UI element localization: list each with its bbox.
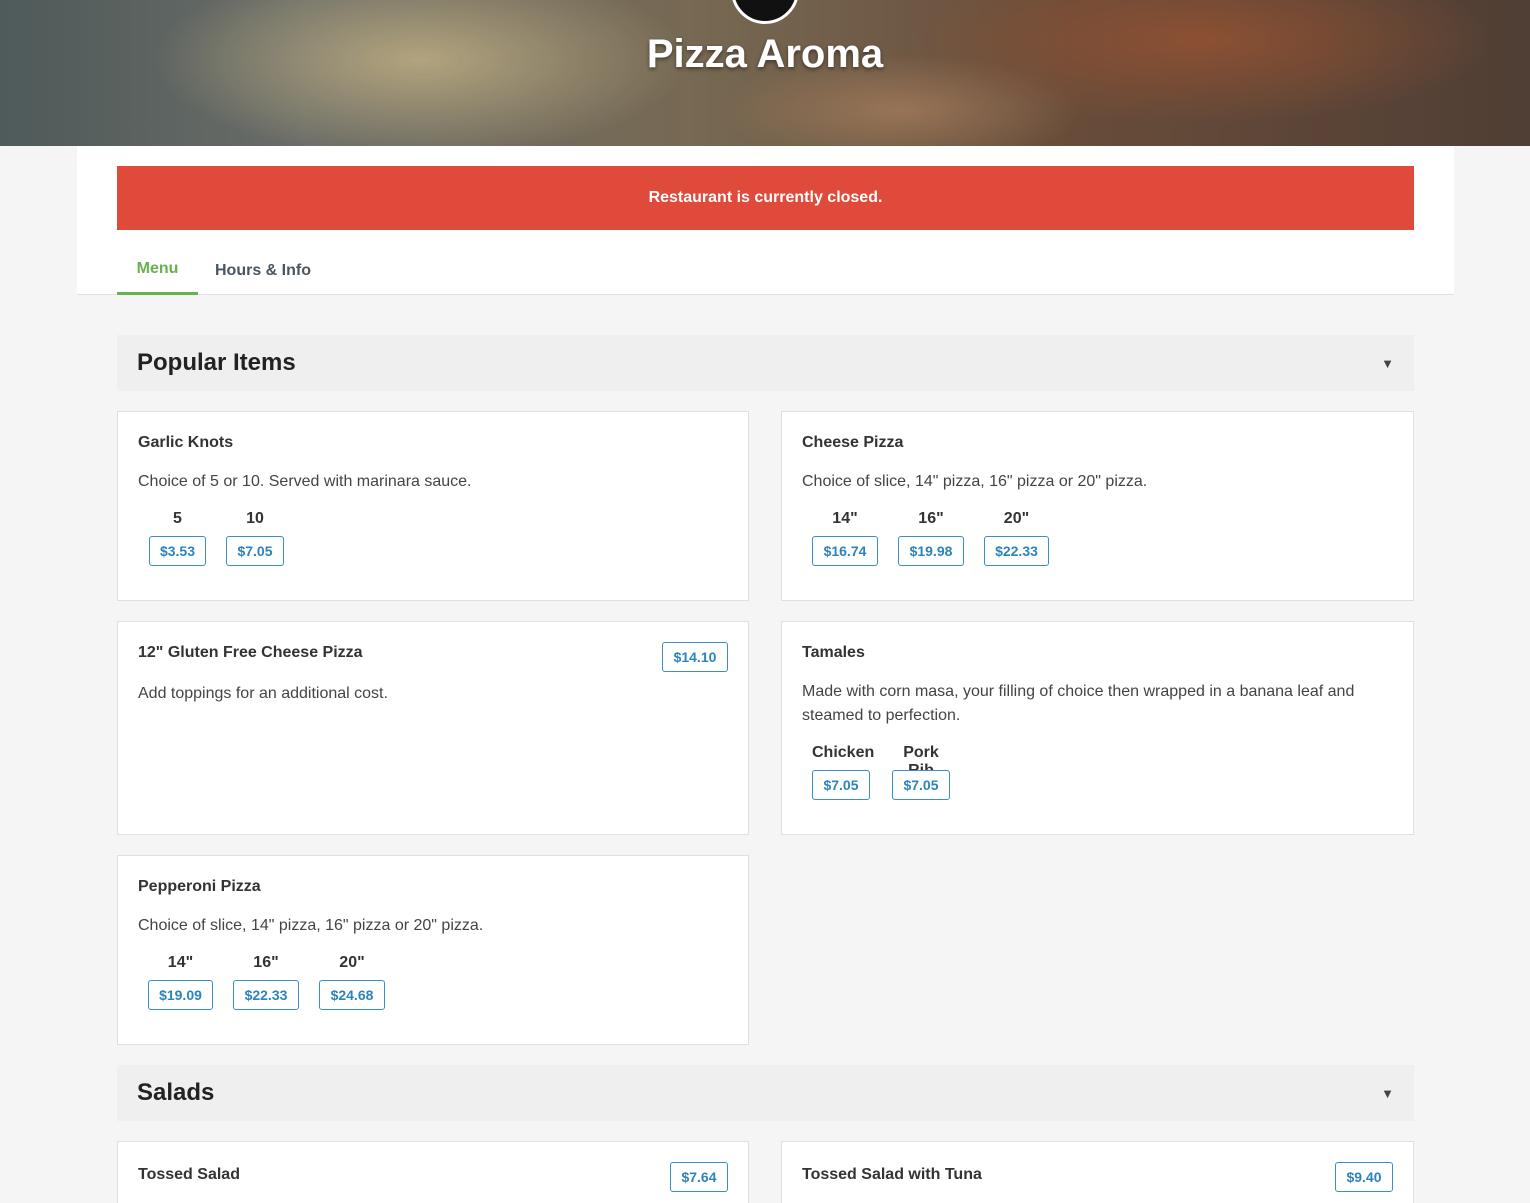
price-button[interactable]: $7.05 bbox=[812, 770, 870, 800]
chevron-down-icon: ▼ bbox=[1381, 1085, 1394, 1101]
item-description: Choice of slice, 14" pizza, 16" pizza or… bbox=[802, 473, 1148, 490]
item-name: Garlic Knots bbox=[138, 434, 234, 451]
option-label: 14" bbox=[832, 510, 858, 527]
option-label: 16" bbox=[918, 510, 944, 527]
tab-hours-info[interactable]: Hours & Info bbox=[208, 246, 318, 295]
option-label: 20" bbox=[1003, 510, 1030, 527]
restaurant-name: Pizza Aroma bbox=[646, 32, 884, 76]
item-description-line-1: Made with corn masa, your filling of cho… bbox=[802, 683, 1355, 700]
price-button[interactable]: $16.74 bbox=[812, 536, 878, 566]
chevron-down-icon: ▼ bbox=[1381, 355, 1394, 371]
tab-menu[interactable]: Menu bbox=[117, 246, 198, 295]
tab-bar: Menu Hours & Info bbox=[77, 246, 1454, 295]
option-label: 20" bbox=[339, 954, 365, 971]
price-button[interactable]: $24.68 bbox=[319, 980, 385, 1010]
price-button[interactable]: $19.98 bbox=[898, 536, 964, 566]
price-button[interactable]: $22.33 bbox=[984, 536, 1049, 566]
section-title: Popular Items bbox=[137, 349, 296, 376]
menu-item-card[interactable]: Tossed Salad $7.64 bbox=[117, 1141, 749, 1203]
section-title: Salads bbox=[137, 1079, 215, 1106]
option-label: 10 bbox=[246, 510, 264, 527]
menu-item-card[interactable]: Cheese Pizza Choice of slice, 14" pizza,… bbox=[781, 411, 1414, 601]
item-description: Choice of slice, 14" pizza, 16" pizza or… bbox=[138, 917, 484, 934]
price-button[interactable]: $9.40 bbox=[1335, 1162, 1393, 1192]
item-name: Cheese Pizza bbox=[802, 434, 904, 451]
section-header-popular-items[interactable]: Popular Items ▼ bbox=[117, 335, 1414, 391]
price-button[interactable]: $7.05 bbox=[226, 536, 284, 566]
item-name: Tossed Salad bbox=[138, 1166, 240, 1183]
item-name: Pepperoni Pizza bbox=[138, 878, 261, 895]
menu-item-card[interactable]: Pepperoni Pizza Choice of slice, 14" piz… bbox=[117, 855, 749, 1045]
menu-item-card[interactable]: 12" Gluten Free Cheese Pizza $14.10 Add … bbox=[117, 621, 749, 835]
item-name: Tamales bbox=[802, 644, 865, 661]
option-label: 16" bbox=[253, 954, 279, 971]
menu-item-card[interactable]: Tossed Salad with Tuna $9.40 bbox=[781, 1141, 1414, 1203]
price-button[interactable]: $3.53 bbox=[149, 536, 206, 566]
option-label: 5 bbox=[173, 510, 182, 527]
price-button[interactable]: $19.09 bbox=[148, 980, 213, 1010]
item-description-line-2: steamed to perfection. bbox=[802, 707, 961, 724]
item-description: Add toppings for an additional cost. bbox=[138, 685, 388, 702]
menu-item-card[interactable]: Tamales Made with corn masa, your fillin… bbox=[781, 621, 1414, 835]
menu-item-card[interactable]: Garlic Knots Choice of 5 or 10. Served w… bbox=[117, 411, 749, 601]
price-button[interactable]: $7.05 bbox=[892, 770, 950, 800]
restaurant-logo bbox=[731, 0, 799, 24]
price-button[interactable]: $7.64 bbox=[670, 1162, 728, 1192]
item-name: 12" Gluten Free Cheese Pizza bbox=[138, 644, 363, 661]
menu-content: Popular Items ▼ Garlic Knots Choice of 5… bbox=[77, 295, 1454, 1203]
item-description: Choice of 5 or 10. Served with marinara … bbox=[138, 473, 472, 490]
main-container: Restaurant is currently closed. Menu Hou… bbox=[77, 146, 1454, 1203]
option-label: Chicken bbox=[812, 744, 875, 761]
price-button[interactable]: $22.33 bbox=[233, 980, 299, 1010]
section-header-salads[interactable]: Salads ▼ bbox=[117, 1065, 1414, 1121]
item-name: Tossed Salad with Tuna bbox=[802, 1166, 982, 1183]
hero-banner: Pizza Aroma bbox=[0, 0, 1530, 146]
closed-alert-text: Restaurant is currently closed. bbox=[648, 189, 883, 206]
option-label: 14" bbox=[167, 954, 194, 971]
closed-alert: Restaurant is currently closed. bbox=[117, 166, 1414, 230]
price-button[interactable]: $14.10 bbox=[662, 642, 728, 672]
